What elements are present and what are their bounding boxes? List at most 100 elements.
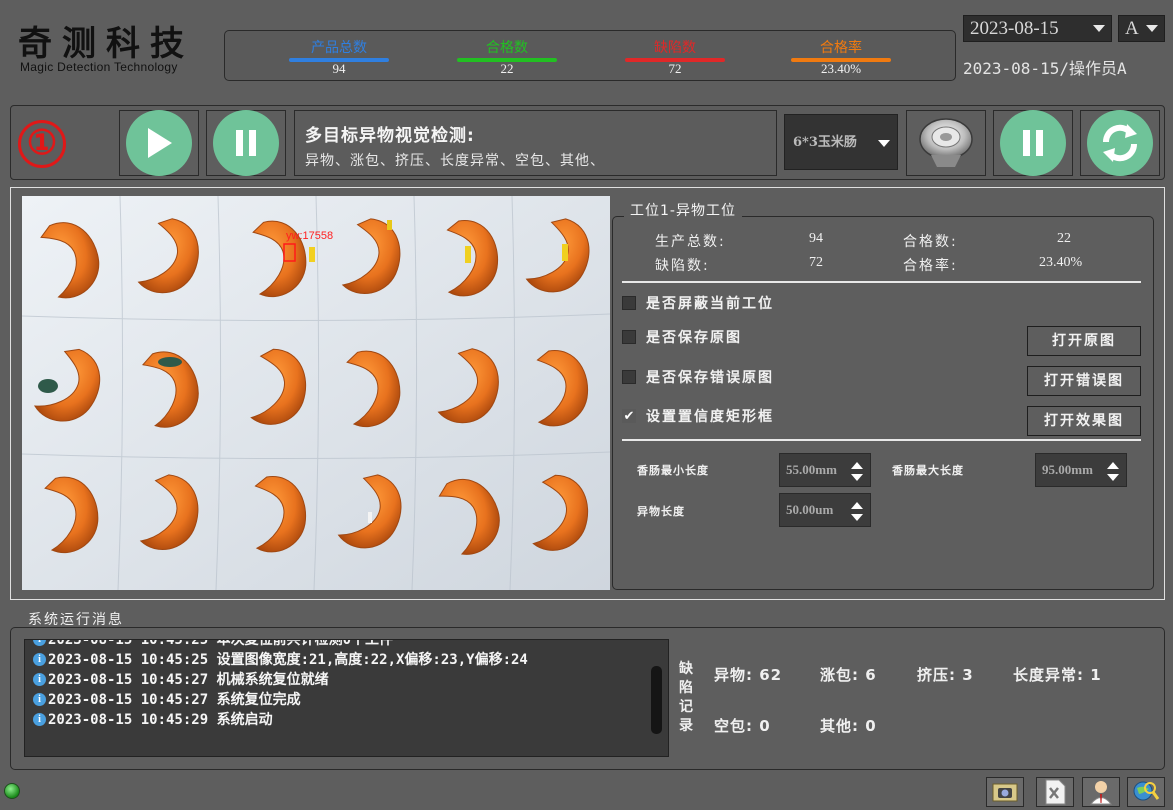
stat-total-value: 94 bbox=[332, 61, 346, 76]
spin-up-icon[interactable] bbox=[1107, 462, 1119, 469]
refresh-icon bbox=[1087, 110, 1153, 176]
brand-name-cn: 奇测科技 bbox=[18, 24, 194, 64]
defect-foreign: 异物: 62 bbox=[714, 666, 783, 684]
info-rate-value: 23.40% bbox=[1039, 255, 1083, 270]
log-list[interactable]: i 2023-08-15 10:45:25 本次复位前共计检测0个工件 i 2023… bbox=[24, 639, 669, 757]
start-button[interactable] bbox=[119, 110, 199, 176]
info-icon: i bbox=[33, 653, 46, 666]
info-pass-value: 22 bbox=[1057, 231, 1071, 246]
foreign-length-label: 异物长度 bbox=[637, 505, 685, 518]
recipe-select-value: 6*3玉米肠 bbox=[793, 135, 857, 150]
camera-view[interactable]: yw:17558 bbox=[22, 196, 610, 590]
messages-title: 系统运行消息 bbox=[28, 612, 124, 628]
stat-defect-value: 72 bbox=[668, 61, 682, 76]
max-length-value: 95.00mm bbox=[1042, 462, 1093, 477]
info-icon: i bbox=[33, 713, 46, 726]
spin-up-icon[interactable] bbox=[851, 462, 863, 469]
detection-description: 多目标异物视觉检测: 异物、涨包、挤压、长度异常、空包、其他、 bbox=[294, 110, 777, 176]
log-line: i 2023-08-15 10:45:27 系统复位完成 bbox=[33, 690, 653, 710]
option-mask-station[interactable]: 是否屏蔽当前工位 bbox=[622, 293, 774, 313]
log-text: 2023-08-15 10:45:27 系统复位完成 bbox=[48, 692, 301, 708]
camera-folder-icon bbox=[992, 783, 1018, 802]
speaker-button[interactable] bbox=[906, 110, 986, 176]
stat-rate-label: 合格率 bbox=[820, 40, 862, 56]
info-icon: i bbox=[33, 693, 46, 706]
export-excel-button[interactable] bbox=[1036, 777, 1074, 807]
defect-other: 其他: 0 bbox=[820, 717, 877, 735]
foreign-length-spinbox[interactable]: 50.00um bbox=[779, 493, 871, 527]
image-folder-button[interactable] bbox=[986, 777, 1024, 807]
date-select[interactable]: 2023-08-15 bbox=[963, 15, 1112, 42]
log-line: i 2023-08-15 10:45:25 设置图像宽度:21,高度:22,X偏移… bbox=[33, 650, 653, 670]
status-led-icon bbox=[4, 783, 20, 799]
search-globe-icon bbox=[1133, 781, 1160, 801]
recipe-select[interactable]: 6*3玉米肠 bbox=[784, 114, 898, 170]
open-error-image-button[interactable]: 打开错误图 bbox=[1027, 366, 1141, 396]
open-original-button[interactable]: 打开原图 bbox=[1027, 326, 1141, 356]
option-confidence-box[interactable]: ✔ 设置置信度矩形框 bbox=[622, 406, 774, 426]
log-text: 2023-08-15 10:45:25 本次复位前共计检测0个工件 bbox=[48, 639, 394, 648]
spin-up-icon[interactable] bbox=[851, 502, 863, 509]
info-defect-value: 72 bbox=[809, 255, 823, 270]
open-effect-image-button[interactable]: 打开效果图 bbox=[1027, 406, 1141, 436]
stat-defect-label: 缺陷数 bbox=[654, 40, 696, 56]
user-button[interactable] bbox=[1082, 777, 1120, 807]
shift-select[interactable]: A bbox=[1118, 15, 1165, 42]
stat-rate: 合格率 23.40% bbox=[791, 39, 891, 76]
info-total-label: 生产总数: bbox=[655, 234, 726, 250]
option-save-original[interactable]: 是否保存原图 bbox=[622, 327, 742, 347]
spin-down-icon[interactable] bbox=[851, 474, 863, 481]
option-save-error-original[interactable]: 是否保存错误原图 bbox=[622, 367, 774, 387]
stat-pass: 合格数 22 bbox=[457, 39, 557, 76]
checkbox[interactable] bbox=[622, 296, 636, 310]
log-line: i 2023-08-15 10:45:29 系统启动 bbox=[33, 710, 653, 730]
defect-record-header: 缺陷记录 bbox=[679, 661, 693, 734]
max-length-spinbox[interactable]: 95.00mm bbox=[1035, 453, 1127, 487]
stat-defect: 缺陷数 72 bbox=[625, 39, 725, 76]
min-length-spinbox[interactable]: 55.00mm bbox=[779, 453, 871, 487]
log-text: 2023-08-15 10:45:27 机械系统复位就绪 bbox=[48, 672, 329, 688]
info-defect-label: 缺陷数: bbox=[655, 258, 710, 274]
date-select-value: 2023-08-15 bbox=[970, 18, 1059, 39]
search-button[interactable] bbox=[1127, 777, 1165, 807]
divider bbox=[622, 439, 1141, 441]
option-label: 设置置信度矩形框 bbox=[646, 409, 774, 425]
defect-length: 长度异常: 1 bbox=[1013, 666, 1102, 684]
log-text: 2023-08-15 10:45:29 系统启动 bbox=[48, 712, 273, 728]
description-items: 异物、涨包、挤压、长度异常、空包、其他、 bbox=[305, 153, 605, 169]
camera-image bbox=[22, 196, 610, 590]
speaker-icon bbox=[919, 118, 973, 167]
chevron-down-icon bbox=[1146, 25, 1158, 32]
log-line: i 2023-08-15 10:45:25 本次复位前共计检测0个工件 bbox=[33, 639, 653, 650]
user-icon bbox=[1089, 781, 1113, 805]
pause-button[interactable] bbox=[206, 110, 286, 176]
option-label: 是否屏蔽当前工位 bbox=[646, 296, 774, 312]
pause-all-button[interactable] bbox=[993, 110, 1073, 176]
pause-icon bbox=[1000, 110, 1066, 176]
operator-info: 2023-08-15/操作员A bbox=[963, 59, 1127, 78]
play-icon bbox=[126, 110, 192, 176]
reset-button[interactable] bbox=[1080, 110, 1160, 176]
divider bbox=[622, 281, 1141, 283]
min-length-value: 55.00mm bbox=[786, 462, 837, 477]
spin-down-icon[interactable] bbox=[1107, 474, 1119, 481]
chevron-down-icon bbox=[878, 140, 890, 147]
checkbox[interactable] bbox=[622, 330, 636, 344]
checkbox-checked[interactable]: ✔ bbox=[622, 409, 636, 424]
option-label: 是否保存原图 bbox=[646, 330, 742, 346]
foreign-length-value: 50.00um bbox=[786, 502, 834, 517]
defect-swell: 涨包: 6 bbox=[820, 666, 877, 684]
log-line: i 2023-08-15 10:45:27 机械系统复位就绪 bbox=[33, 670, 653, 690]
excel-icon bbox=[1045, 779, 1066, 805]
log-scrollbar[interactable] bbox=[651, 666, 662, 734]
pause-icon bbox=[213, 110, 279, 176]
spin-down-icon[interactable] bbox=[851, 514, 863, 521]
brand-name-en: Magic Detection Technology bbox=[20, 60, 178, 74]
option-label: 是否保存错误原图 bbox=[646, 370, 774, 386]
station-number-badge: ① bbox=[18, 120, 66, 168]
min-length-label: 香肠最小长度 bbox=[637, 464, 709, 477]
checkbox[interactable] bbox=[622, 370, 636, 384]
defect-empty: 空包: 0 bbox=[714, 717, 771, 735]
detection-label: yw:17558 bbox=[286, 230, 334, 242]
max-length-label: 香肠最大长度 bbox=[892, 464, 964, 477]
